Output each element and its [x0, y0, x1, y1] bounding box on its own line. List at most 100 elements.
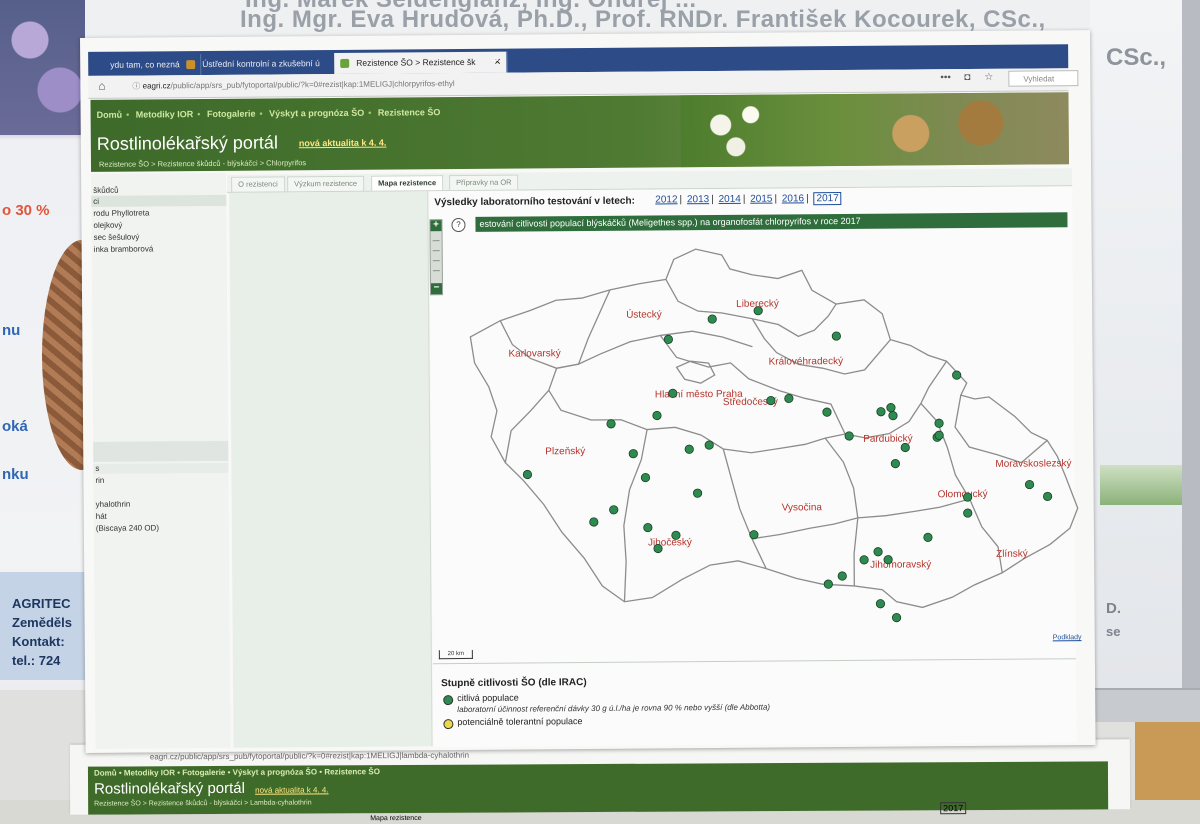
search-input[interactable]: Vyhledat [1008, 70, 1079, 87]
sidebar-item[interactable]: s [95, 464, 99, 473]
tab-vyzkum[interactable]: Výzkum rezistence [287, 175, 365, 193]
new-tab-button[interactable]: + [491, 49, 499, 73]
sensitive-site-marker[interactable] [606, 419, 616, 429]
sidebar-item[interactable]: yhalothrin [96, 500, 131, 509]
sensitive-site-marker[interactable] [891, 613, 902, 623]
zoom-slider[interactable]: + − [429, 219, 444, 296]
sidebar-item[interactable]: (Biscaya 240 OD) [96, 523, 159, 532]
region-label: Jihomoravský [870, 559, 931, 570]
nav-rezistence[interactable]: Rezistence ŠO [378, 107, 441, 117]
sensitive-site-marker[interactable] [1043, 491, 1053, 502]
sidebar-item[interactable]: olejkový [93, 221, 122, 230]
star-icon[interactable]: ☆ [984, 72, 993, 83]
sensitive-site-marker[interactable] [753, 306, 763, 316]
sensitive-site-marker[interactable] [589, 517, 599, 527]
sensitive-site-marker[interactable] [886, 403, 896, 413]
second-url: eagri.cz/public/app/srs_pub/fytoportal/p… [149, 750, 470, 762]
year-link[interactable]: 2012 [655, 194, 677, 205]
sensitive-site-marker[interactable] [823, 579, 833, 589]
sensitive-site-marker[interactable] [640, 472, 651, 483]
poster-text: CSc., [1106, 44, 1167, 71]
sensitive-site-marker[interactable] [668, 388, 678, 398]
zoom-out-button[interactable]: − [430, 282, 443, 295]
sensitive-site-marker[interactable] [684, 444, 694, 454]
nav-home[interactable]: Domů [97, 110, 123, 120]
sensitive-site-marker[interactable] [784, 393, 794, 404]
nav-metodiky[interactable]: Metodiky IOR [136, 109, 194, 119]
sensitive-site-marker[interactable] [890, 459, 900, 469]
favicon-icon [186, 60, 196, 70]
year-link[interactable]: 2016 [782, 193, 804, 204]
sensitive-site-marker[interactable] [963, 492, 973, 502]
zoom-in-button[interactable]: + [430, 219, 442, 232]
nav-fotogalerie[interactable]: Fotogalerie [207, 109, 256, 119]
nav-vyskyt[interactable]: Výskyt a prognóza ŠO [269, 108, 364, 119]
second-title-text: Rostlinolékařský portál [94, 779, 246, 798]
years-label: Výsledky laboratorního testování v letec… [434, 195, 635, 209]
sensitive-site-marker[interactable] [963, 508, 973, 518]
sensitive-site-marker[interactable] [707, 314, 717, 324]
year-link-current[interactable]: 2017 [813, 192, 842, 206]
help-icon[interactable]: ? [451, 217, 466, 233]
sensitive-site-marker[interactable] [837, 571, 847, 581]
sidebar-item[interactable]: ci [93, 197, 99, 206]
czech-region-map[interactable]: KarlovarskýÚsteckýLibereckýKrálovéhradec… [460, 236, 1083, 641]
sensitive-site-marker[interactable] [652, 410, 662, 421]
sensitive-site-marker[interactable] [952, 370, 962, 380]
tab-o-rezistenci[interactable]: O rezistenci [231, 176, 285, 193]
home-icon[interactable]: ⌂ [98, 79, 105, 93]
sensitive-site-marker[interactable] [628, 449, 638, 459]
sensitive-site-marker[interactable] [844, 431, 854, 441]
address-field[interactable]: ⓘ eagri.cz/public/app/srs_pub/fytoportal… [132, 72, 932, 93]
tab-mapa[interactable]: Mapa rezistence [371, 175, 444, 192]
sensitive-site-marker[interactable] [883, 555, 893, 565]
map-panel: Výsledky laboratorního testování v letec… [429, 186, 1082, 748]
sensitive-site-marker[interactable] [875, 599, 886, 609]
sensitive-site-marker[interactable] [873, 547, 883, 557]
year-link[interactable]: 2015 [750, 194, 772, 205]
sensitive-site-marker[interactable] [934, 418, 944, 428]
legend: Stupně citlivosti ŠO (dle IRAC) citlivá … [432, 658, 1077, 748]
sidebar-item[interactable]: rodu Phyllotreta [93, 208, 149, 217]
sidebar-item[interactable]: hát [96, 512, 107, 521]
more-icon[interactable]: ••• [940, 72, 951, 83]
sensitive-site-marker[interactable] [609, 505, 619, 515]
sensitive-site-marker[interactable] [704, 440, 714, 450]
sensitive-site-marker[interactable] [934, 430, 944, 440]
sensitive-site-marker[interactable] [692, 488, 703, 498]
sensitive-site-marker[interactable] [653, 543, 663, 554]
poster-stripe [1100, 465, 1190, 505]
sensitive-site-marker[interactable] [923, 532, 933, 542]
sensitive-site-marker[interactable] [643, 522, 653, 533]
sensitive-site-marker[interactable] [749, 530, 759, 540]
podklady-link[interactable]: Podklady [1053, 634, 1082, 641]
search-placeholder: Vyhledat [1023, 74, 1055, 84]
portal-nav: Domů • Metodiky IOR • Fotogalerie • Výskyt … [96, 107, 441, 120]
sensitive-site-marker[interactable] [822, 407, 832, 417]
sensitive-site-marker[interactable] [859, 555, 869, 565]
pocket-icon[interactable]: ◘ [964, 72, 970, 83]
legend-label: potenciálně tolerantní populace [457, 716, 583, 728]
sensitive-site-marker[interactable] [671, 530, 681, 540]
sensitive-site-marker[interactable] [522, 469, 533, 480]
sidebar-item[interactable]: sec šešulový [94, 233, 140, 242]
sensitive-site-marker[interactable] [663, 334, 673, 344]
sensitive-site-marker[interactable] [888, 411, 898, 421]
year-link[interactable]: 2014 [719, 194, 741, 205]
year-link[interactable]: 2013 [687, 194, 709, 205]
browser-tab-active[interactable]: Rezistence ŠO > Rezistence šk ✕ [334, 51, 508, 75]
news-link[interactable]: nová aktualita k 4. 4. [299, 138, 387, 149]
browser-tab[interactable]: Ústřední kontrolní a zkušební ú✕ [180, 52, 354, 76]
sidebar-item[interactable]: inka bramborová [94, 244, 154, 253]
map-heading: estování citlivosti populací blýskáčků (… [475, 212, 1068, 232]
poster-text: nku [2, 466, 29, 483]
sensitive-site-marker[interactable] [900, 442, 910, 453]
sensitive-site-marker[interactable] [766, 395, 776, 406]
sidebar-item[interactable]: rin [95, 476, 104, 485]
sensitive-site-marker[interactable] [1024, 479, 1035, 490]
sensitive-site-marker[interactable] [876, 407, 886, 417]
flower-photo [0, 0, 85, 135]
tab-pripravky[interactable]: Přípravky na OR [449, 174, 519, 192]
sensitive-site-marker[interactable] [831, 331, 841, 341]
sidebar-item[interactable]: škůdců [93, 186, 118, 195]
